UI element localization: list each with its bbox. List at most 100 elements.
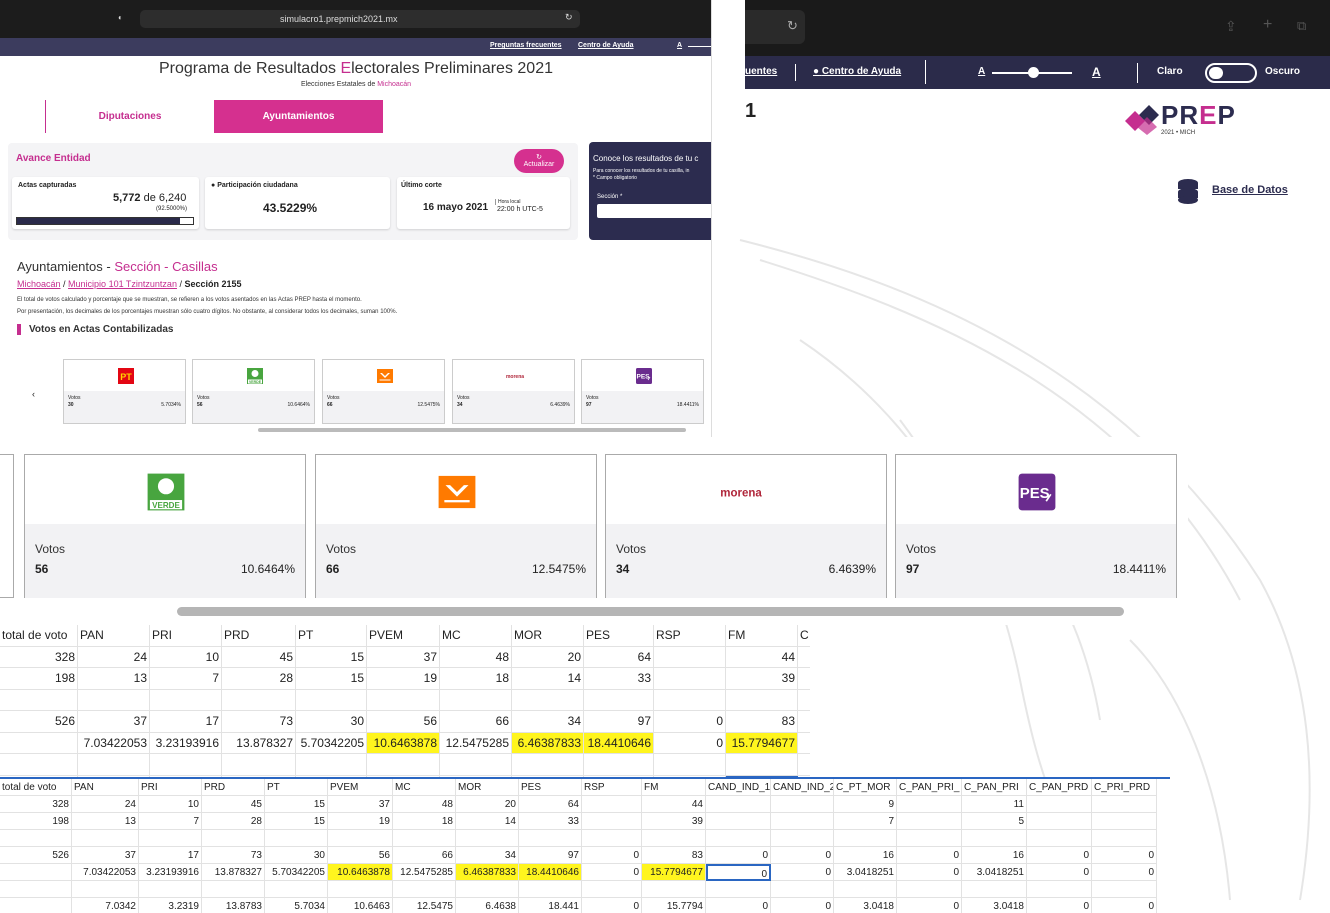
sheet-cell[interactable] [150, 754, 222, 776]
sheet-cell[interactable]: 18.441 [519, 898, 582, 913]
sheet-cell[interactable]: 0 [706, 847, 771, 864]
sheet-cell[interactable]: 83 [726, 711, 798, 733]
sheet-cell[interactable]: 44 [726, 646, 798, 668]
sheet-cell[interactable]: 39 [726, 668, 798, 690]
sheet-cell[interactable]: 0 [654, 732, 726, 754]
sheet-cell[interactable] [0, 898, 72, 913]
sheet-cell[interactable] [706, 830, 771, 847]
sheet-cell[interactable] [456, 830, 519, 847]
sheet-cell[interactable]: 5.70342205 [296, 732, 367, 754]
sheet-cell[interactable]: 3.0418251 [834, 864, 897, 881]
sheet-cell[interactable] [265, 830, 328, 847]
sheet-cell[interactable] [771, 796, 834, 813]
font-slider[interactable] [688, 46, 711, 47]
party-card-small[interactable]: PT Votos 30 5.7034% [63, 359, 186, 424]
sheet-cell[interactable] [512, 754, 584, 776]
sheet-cell[interactable] [798, 668, 810, 690]
sheet-cell[interactable]: 0 [582, 847, 642, 864]
sheet-cell[interactable]: 0 [771, 847, 834, 864]
sheet-cell[interactable] [798, 647, 810, 668]
carousel-scrollbar[interactable] [258, 428, 686, 432]
sheet-cell[interactable]: 0 [1092, 847, 1157, 864]
sheet-cell[interactable]: 0 [897, 847, 962, 864]
party-card-small[interactable]: morena Votos 34 6.4639% [452, 359, 575, 424]
sheet-cell[interactable]: PVEM [328, 779, 393, 796]
sheet-cell[interactable] [78, 689, 150, 711]
sheet-cell[interactable]: 526 [0, 711, 78, 733]
sheet-cell[interactable] [642, 830, 706, 847]
sheet-cell[interactable] [222, 689, 296, 711]
sheet-cell[interactable] [798, 711, 810, 733]
sheet-cell[interactable]: 28 [202, 813, 265, 830]
sheet-cell[interactable]: PAN [72, 779, 139, 796]
sheet-cell[interactable]: PRD [222, 625, 296, 647]
sheet-cell[interactable]: 15 [265, 796, 328, 813]
cards-scrollbar[interactable] [177, 607, 1124, 616]
party-card[interactable]: Votos 66 12.5475% [315, 454, 597, 598]
party-card-small[interactable]: Votos 66 12.5475% [322, 359, 445, 424]
sheet-cell[interactable]: PRI [139, 779, 202, 796]
sheet-cell[interactable]: C_PAN_PRI [962, 779, 1027, 796]
sheet-cell[interactable]: 15 [265, 813, 328, 830]
sheet-cell[interactable]: 83 [642, 847, 706, 864]
sheet-cell[interactable]: 3.23193916 [139, 864, 202, 881]
sheet-cell[interactable]: 0 [1092, 864, 1157, 881]
sheet-cell[interactable]: 15.7794 [642, 898, 706, 913]
seccion-input[interactable] [597, 204, 711, 218]
sheet-cell[interactable] [582, 881, 642, 898]
sheet-cell[interactable]: 10.6463 [328, 898, 393, 913]
sheet-cell[interactable]: 14 [456, 813, 519, 830]
sheet-cell[interactable]: 328 [0, 796, 72, 813]
sheet-cell[interactable]: RSP [654, 625, 726, 647]
sheet-cell[interactable] [962, 881, 1027, 898]
sheet-cell[interactable]: 13 [72, 813, 139, 830]
sheet-cell[interactable] [139, 830, 202, 847]
sheet-cell[interactable] [519, 830, 582, 847]
sheet-cell[interactable] [0, 732, 78, 754]
sheet-cell[interactable]: PRI [150, 625, 222, 647]
new-tab-icon[interactable]: + [1263, 16, 1272, 34]
sheet-cell[interactable] [328, 830, 393, 847]
sheet-cell[interactable]: 7.03422053 [72, 864, 139, 881]
sheet-cell[interactable]: 328 [0, 646, 78, 668]
sheet-cell[interactable]: 39 [642, 813, 706, 830]
party-card[interactable]: morena Votos 34 6.4639% [605, 454, 887, 598]
sheet-cell[interactable]: 3.0418 [834, 898, 897, 913]
sheet-cell[interactable] [1027, 813, 1092, 830]
sheet-cell[interactable]: 18.4410646 [519, 864, 582, 881]
sheet-cell[interactable]: 0 [1027, 898, 1092, 913]
sheet-cell[interactable]: 198 [0, 813, 72, 830]
sheet-cell[interactable] [962, 830, 1027, 847]
sheet-cell[interactable]: 73 [222, 711, 296, 733]
sheet-cell[interactable]: 48 [393, 796, 456, 813]
sheet-cell[interactable]: 0 [1027, 847, 1092, 864]
sheet-cell[interactable]: 24 [72, 796, 139, 813]
sheet-cell[interactable] [771, 830, 834, 847]
sheet-cell[interactable]: 19 [367, 668, 440, 690]
sheet-cell[interactable]: MC [440, 625, 512, 647]
sheet-cell[interactable]: 7 [150, 668, 222, 690]
sheet-cell[interactable]: 97 [519, 847, 582, 864]
sheet-cell[interactable]: C_PT_MOR [834, 779, 897, 796]
sheet-cell[interactable] [296, 754, 367, 776]
sheet-cell[interactable] [519, 881, 582, 898]
sheet-cell[interactable]: 28 [222, 668, 296, 690]
sheet-cell[interactable]: MOR [456, 779, 519, 796]
sheet-cell[interactable]: 5.7034 [265, 898, 328, 913]
sheet-cell[interactable]: 34 [456, 847, 519, 864]
sheet-cell[interactable]: total de voto [0, 625, 78, 647]
party-card-small[interactable]: VERDE Votos 56 10.6464% [192, 359, 315, 424]
sheet-cell[interactable] [1092, 881, 1157, 898]
sheet-cell[interactable]: 9 [834, 796, 897, 813]
sheet-cell[interactable] [726, 689, 798, 711]
sheet-cell[interactable]: PT [296, 625, 367, 647]
sheet-cell[interactable] [706, 796, 771, 813]
sheet-cell[interactable]: C [798, 625, 810, 647]
sheet-cell[interactable]: CAND_IND_2 [771, 779, 834, 796]
tab-diputaciones[interactable]: Diputaciones [45, 100, 214, 133]
carousel-prev-icon[interactable]: ‹ [32, 389, 35, 399]
sheet-cell[interactable]: 6.46387833 [512, 732, 584, 754]
sheet-cell[interactable] [1027, 881, 1092, 898]
sheet-cell[interactable]: 20 [456, 796, 519, 813]
sheet-cell[interactable]: C_PRI_PRD [1092, 779, 1157, 796]
